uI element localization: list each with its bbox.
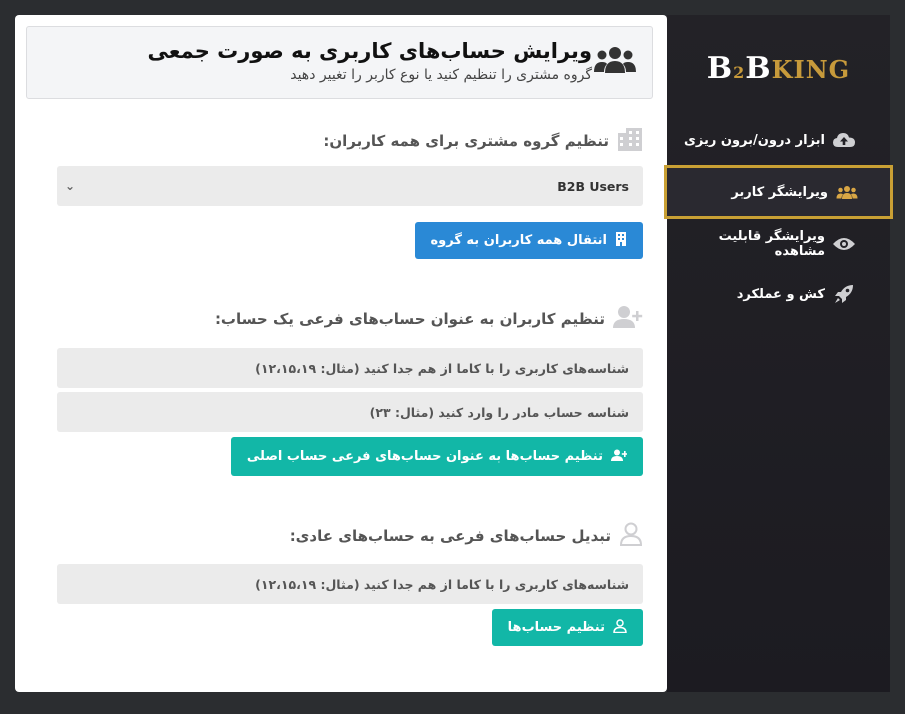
building-icon [615,231,627,250]
rocket-icon [833,285,855,303]
group-section-title: تنظیم گروه مشتری برای همه کاربران: [323,127,643,155]
user-plus-icon [611,449,628,465]
sidebar-item-user-editor[interactable]: ویرایشگر کاربر [664,165,893,219]
set-accounts-button[interactable]: تنظیم حساب‌ها [491,609,643,646]
convert-section-title: تبدیل حساب‌های فرعی به حساب‌های عادی: [290,522,643,550]
sidebar-item-import-export[interactable]: ابزار درون/برون ریزی [667,115,890,165]
customer-group-select[interactable]: B2B Users ⌄ [57,166,643,206]
chevron-down-icon: ⌄ [65,179,76,193]
page-subtitle: گروه مشتری را تنظیم کنید یا نوع کاربر را… [290,67,592,83]
subaccount-ids-input[interactable]: شناسه‌های کاربری را با کاما از هم جدا کن… [57,348,643,388]
customer-group-select-value: B2B Users [557,178,629,194]
sidebar-item-cache-performance[interactable]: کش و عملکرد [667,269,890,319]
eye-icon [833,235,855,253]
sidebar-item-visibility-editor[interactable]: ویرایشگر قابلیت مشاهده [667,219,890,269]
convert-ids-input[interactable]: شناسه‌های کاربری را با کاما از هم جدا کن… [57,564,643,604]
cloud-upload-icon [833,131,855,149]
set-subaccounts-button[interactable]: تنظیم حساب‌ها به عنوان حساب‌های فرعی حسا… [230,437,643,476]
main-panel: ویرایش حساب‌های کاربری به صورت جمعی گروه… [15,15,667,692]
users-icon [836,183,858,201]
building-icon [617,127,643,155]
b2bking-logo: B2BKING [706,51,851,86]
sidebar-menu: ابزار درون/برون ریزی ویرایشگر کاربر ویرا… [664,115,893,319]
user-plus-icon [613,305,643,333]
user-icon [619,522,643,550]
page-header: ویرایش حساب‌های کاربری به صورت جمعی گروه… [26,26,653,99]
move-all-users-button[interactable]: انتقال همه کاربران به گروه [414,222,643,259]
users-icon [593,45,637,79]
sidebar: B2BKING ابزار درون/برون ریزی ویرایشگر کا… [664,15,893,692]
page-title: ویرایش حساب‌های کاربری به صورت جمعی [147,39,592,63]
user-icon [613,618,627,637]
parent-account-id-input[interactable]: شناسه حساب مادر را وارد کنید (مثال: ۲۳) [57,392,643,432]
subaccount-section-title: تنظیم کاربران به عنوان حساب‌های فرعی یک … [215,305,643,333]
